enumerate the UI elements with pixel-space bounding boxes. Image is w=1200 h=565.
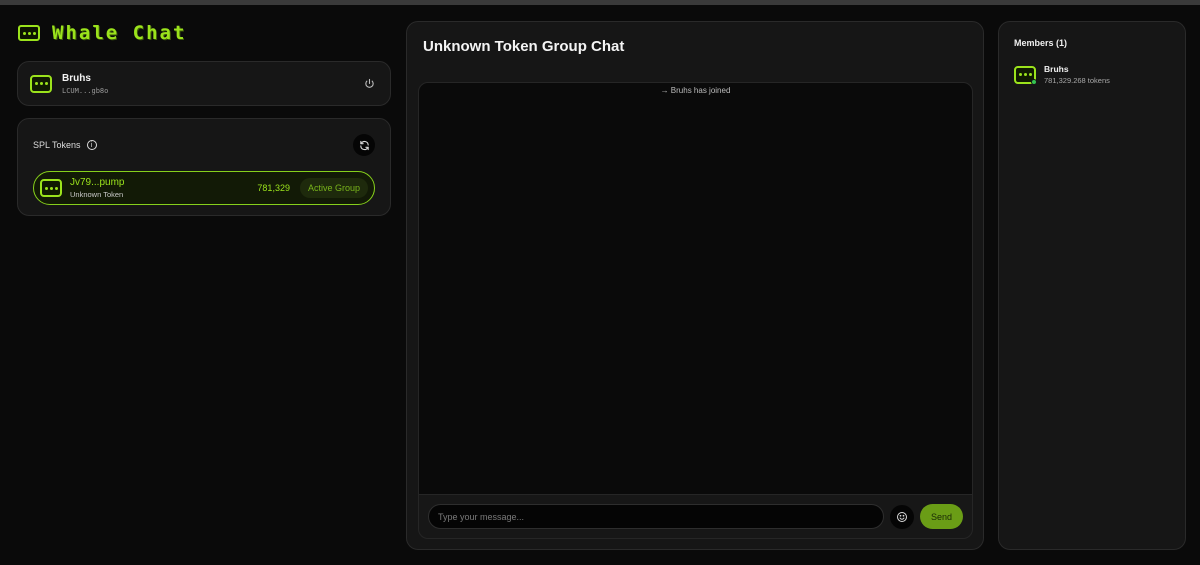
compose-bar: Send bbox=[418, 495, 973, 539]
logout-button[interactable] bbox=[360, 75, 378, 93]
message-input[interactable] bbox=[428, 504, 884, 529]
active-group-badge: Active Group bbox=[299, 178, 368, 198]
chat-title: Unknown Token Group Chat bbox=[423, 38, 625, 55]
token-symbol: Jv79...pump bbox=[70, 177, 125, 188]
user-card: Bruhs LCUM...gb8o bbox=[17, 61, 391, 106]
chat-panel: Unknown Token Group Chat → Bruhs has joi… bbox=[406, 21, 984, 550]
online-status-icon bbox=[1031, 78, 1037, 85]
token-amount: 781,329 bbox=[257, 183, 290, 193]
user-meta: Bruhs LCUM...gb8o bbox=[62, 73, 360, 95]
wallet-address: LCUM...gb8o bbox=[62, 86, 109, 95]
refresh-icon bbox=[359, 140, 369, 150]
members-panel: Members (1) Bruhs 781,329.268 tokens bbox=[998, 21, 1186, 550]
send-button[interactable]: Send bbox=[920, 504, 963, 529]
message-list: → Bruhs has joined bbox=[418, 82, 973, 495]
info-icon[interactable]: i bbox=[86, 140, 97, 150]
tokens-header: SPL Tokens i bbox=[33, 119, 375, 171]
tokens-title: SPL Tokens i bbox=[33, 140, 97, 150]
members-title: Members (1) bbox=[1014, 38, 1068, 48]
member-token-balance: 781,329.268 tokens bbox=[1044, 76, 1110, 85]
smiley-icon bbox=[897, 511, 907, 522]
spl-tokens-panel: SPL Tokens i Jv79...pump Unknown Token 7… bbox=[17, 118, 391, 216]
refresh-tokens-button[interactable] bbox=[353, 134, 375, 156]
token-info: Jv79...pump Unknown Token bbox=[70, 177, 257, 199]
member-avatar bbox=[1014, 65, 1037, 85]
user-name: Bruhs bbox=[62, 72, 91, 84]
chat-bubble-logo-icon bbox=[18, 25, 40, 41]
emoji-button[interactable] bbox=[890, 504, 914, 529]
power-icon bbox=[364, 78, 374, 88]
system-message: → Bruhs has joined bbox=[660, 86, 731, 95]
browser-top-bar bbox=[0, 0, 1200, 5]
app-title: Whale Chat bbox=[52, 22, 187, 44]
user-avatar bbox=[30, 74, 52, 93]
token-name: Unknown Token bbox=[70, 190, 124, 199]
member-row[interactable]: Bruhs 781,329.268 tokens bbox=[1014, 64, 1170, 85]
member-meta: Bruhs 781,329.268 tokens bbox=[1044, 64, 1110, 85]
tokens-title-text: SPL Tokens bbox=[33, 140, 81, 150]
token-icon bbox=[40, 179, 62, 197]
token-row[interactable]: Jv79...pump Unknown Token 781,329 Active… bbox=[33, 171, 375, 205]
member-name: Bruhs bbox=[1044, 64, 1069, 74]
app-brand: Whale Chat bbox=[18, 22, 186, 44]
